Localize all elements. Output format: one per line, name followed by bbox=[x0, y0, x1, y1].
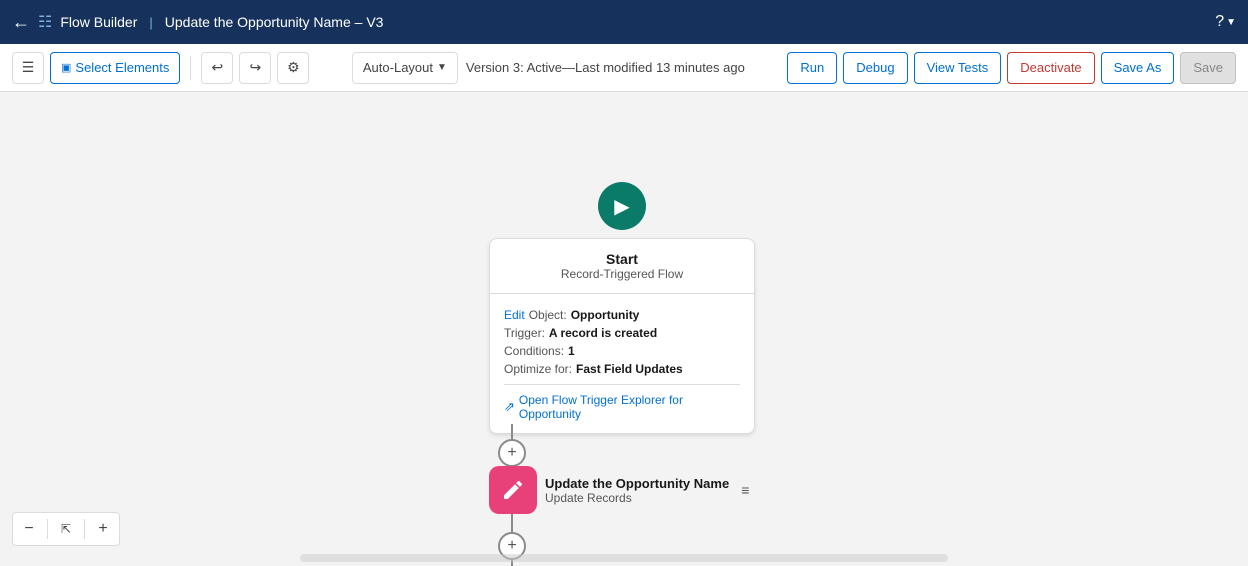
start-card-body: Edit Object: Opportunity Trigger: A reco… bbox=[490, 300, 754, 433]
undo-icon: ↩ bbox=[211, 59, 223, 76]
update-node-menu-icon[interactable]: ≡ bbox=[741, 482, 749, 498]
update-records-node[interactable]: Update the Opportunity Name Update Recor… bbox=[489, 466, 749, 514]
update-records-label: Update the Opportunity Name Update Recor… bbox=[545, 476, 729, 505]
fit-view-button[interactable]: ⇱ bbox=[52, 515, 80, 543]
flow-builder-icon: ☷ bbox=[38, 12, 52, 32]
conditions-row: Conditions: 1 bbox=[504, 344, 740, 358]
flow-canvas: ▶ Start Record-Triggered Flow Edit Objec… bbox=[0, 92, 1248, 566]
select-elements-button[interactable]: ▣ Select Elements bbox=[50, 52, 180, 84]
zoom-in-button[interactable]: + bbox=[89, 515, 117, 543]
version-status: Version 3: Active—Last modified 13 minut… bbox=[466, 60, 745, 75]
save-as-button[interactable]: Save As bbox=[1101, 52, 1175, 84]
app-name: Flow Builder bbox=[60, 14, 137, 30]
explorer-link[interactable]: ⇗ Open Flow Trigger Explorer for Opportu… bbox=[504, 384, 740, 421]
start-title: Start bbox=[502, 251, 742, 267]
toolbar-right-group: Run Debug View Tests Deactivate Save As … bbox=[787, 52, 1236, 84]
start-subtitle: Record-Triggered Flow bbox=[502, 267, 742, 281]
external-link-icon: ⇗ bbox=[504, 399, 515, 415]
optimize-row: Optimize for: Fast Field Updates bbox=[504, 362, 740, 376]
run-button[interactable]: Run bbox=[787, 52, 837, 84]
flow-title: Update the Opportunity Name – V3 bbox=[165, 14, 384, 30]
edit-link[interactable]: Edit bbox=[504, 308, 525, 322]
zoom-out-button[interactable]: − bbox=[15, 515, 43, 543]
trigger-row: Trigger: A record is created bbox=[504, 326, 740, 340]
start-card-header: Start Record-Triggered Flow bbox=[490, 239, 754, 287]
fit-icon: ⇱ bbox=[61, 522, 71, 536]
undo-button[interactable]: ↩ bbox=[201, 52, 233, 84]
deactivate-button[interactable]: Deactivate bbox=[1007, 52, 1094, 84]
add-element-button-1[interactable]: + bbox=[498, 439, 526, 467]
top-navigation: ← ☷ Flow Builder | Update the Opportunit… bbox=[0, 0, 1248, 44]
zoom-divider-2 bbox=[84, 519, 85, 539]
zoom-controls: − ⇱ + bbox=[12, 512, 120, 546]
horizontal-scrollbar[interactable] bbox=[300, 554, 948, 562]
start-card[interactable]: Start Record-Triggered Flow Edit Object:… bbox=[489, 238, 755, 434]
auto-layout-button[interactable]: Auto-Layout ▼ bbox=[352, 52, 458, 84]
toolbar: ☰ ▣ Select Elements ↩ ↪ ⚙ Auto-Layout ▼ … bbox=[0, 44, 1248, 92]
pencil-icon bbox=[501, 478, 525, 502]
toolbar-center-group: Auto-Layout ▼ Version 3: Active—Last mod… bbox=[352, 52, 745, 84]
object-row: Edit Object: Opportunity bbox=[504, 308, 740, 322]
update-records-icon[interactable] bbox=[489, 466, 537, 514]
save-button: Save bbox=[1180, 52, 1236, 84]
settings-icon: ⚙ bbox=[287, 59, 300, 76]
start-node[interactable]: ▶ Start Record-Triggered Flow Edit Objec… bbox=[489, 182, 755, 434]
debug-button[interactable]: Debug bbox=[843, 52, 907, 84]
zoom-divider bbox=[47, 519, 48, 539]
select-elements-icon: ▣ bbox=[61, 61, 71, 74]
back-button[interactable]: ← bbox=[12, 12, 30, 33]
start-trigger-icon[interactable]: ▶ bbox=[598, 182, 646, 230]
chevron-down-icon: ▼ bbox=[437, 62, 447, 73]
view-tests-button[interactable]: View Tests bbox=[914, 52, 1002, 84]
toolbar-left-group: ☰ ▣ Select Elements ↩ ↪ ⚙ bbox=[12, 52, 309, 84]
settings-button[interactable]: ⚙ bbox=[277, 52, 309, 84]
toolbar-divider-1 bbox=[190, 56, 191, 80]
toggle-sidebar-button[interactable]: ☰ bbox=[12, 52, 44, 84]
redo-icon: ↪ bbox=[249, 59, 261, 76]
help-button[interactable]: ? ▼ bbox=[1215, 13, 1236, 31]
redo-button[interactable]: ↪ bbox=[239, 52, 271, 84]
